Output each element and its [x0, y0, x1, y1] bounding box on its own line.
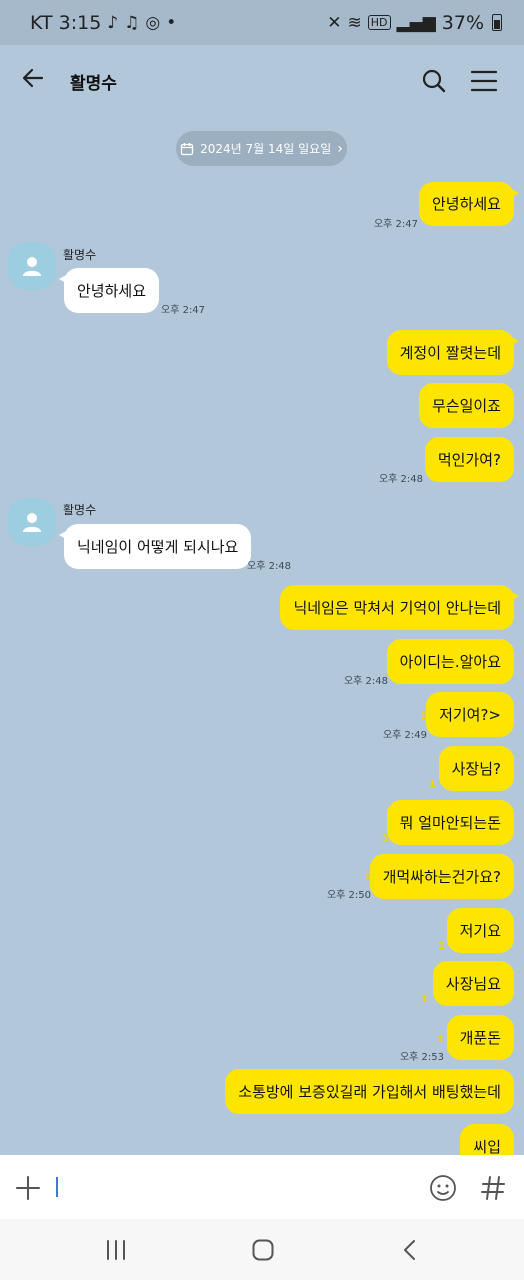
battery-icon [492, 14, 502, 31]
avatar[interactable] [8, 242, 56, 290]
battery-text: 37% [441, 11, 484, 34]
wifi-icon: ≋ [347, 12, 362, 33]
message-time: 오후 2:48 [247, 561, 292, 572]
carrier-time: KT 3:15 [30, 11, 102, 34]
other-message-bubble[interactable]: 안녕하세요 [58, 268, 160, 313]
my-message-bubble[interactable]: 사장님? [438, 746, 514, 791]
message-time: 오후 2:53 [399, 1052, 444, 1063]
other-message-bubble[interactable]: 닉네임이 어떻게 되시나요 [58, 524, 252, 569]
message-input[interactable] [55, 1169, 405, 1205]
back-nav-button[interactable] [398, 1238, 422, 1262]
unread-count: 1 [429, 779, 436, 790]
recent-apps-icon [107, 1240, 125, 1260]
signal-icon: ▂▄▆ [396, 12, 436, 33]
back-arrow-icon [22, 68, 44, 87]
attach-button[interactable] [14, 1174, 42, 1202]
profile-icon [23, 513, 41, 532]
my-message-bubble[interactable]: 먹인가여? [424, 437, 514, 482]
tiktok-icon: ♫ [124, 12, 140, 33]
mute-icon: ✕ [327, 12, 342, 33]
my-message-bubble[interactable]: 계정이 짤렷는데 [386, 330, 520, 375]
my-message-bubble[interactable]: 소통방에 보증있길래 가입해서 배팅했는데 [225, 1069, 514, 1114]
unread-count: 1 [437, 1034, 444, 1045]
hashtag-button[interactable] [480, 1173, 506, 1203]
my-message-bubble[interactable]: 저기여?> [426, 692, 514, 737]
my-message-bubble[interactable]: 뭐 얼마안되는돈 [386, 800, 514, 845]
home-button[interactable] [251, 1238, 275, 1262]
sender-name: 활명수 [63, 248, 97, 262]
hash-icon [481, 1176, 505, 1200]
my-message-bubble[interactable]: 아이디는.알아요 [386, 639, 514, 684]
message-time: 오후 2:50 [326, 890, 371, 901]
menu-button[interactable] [464, 61, 504, 101]
sender-name: 활명수 [63, 503, 97, 517]
my-message-bubble[interactable]: 저기요 [446, 908, 514, 953]
hd-icon: HD [367, 15, 391, 30]
calendar-icon [180, 142, 194, 155]
emoji-button[interactable] [428, 1173, 458, 1203]
message-time: 오후 2:48 [378, 474, 423, 485]
chevron-left-icon [404, 1240, 415, 1260]
recent-apps-button[interactable] [104, 1239, 128, 1261]
unread-count: 1 [421, 994, 428, 1005]
back-button[interactable] [20, 65, 60, 98]
message-time: 오후 2:47 [373, 219, 418, 230]
date-divider[interactable]: 2024년 7월 14일 일요일 › [176, 131, 347, 166]
app-icon: ◎ [145, 12, 161, 33]
chevron-right-icon: › [337, 140, 343, 157]
dot-icon: • [166, 12, 177, 33]
avatar[interactable] [8, 498, 56, 546]
plus-icon [16, 1176, 40, 1200]
status-left: KT 3:15 ♪ ♫ ◎ • [30, 12, 176, 34]
status-bar: KT 3:15 ♪ ♫ ◎ • ✕ ≋ HD ▂▄▆ 37% [0, 0, 524, 45]
message-time: 오후 2:49 [382, 730, 427, 741]
my-message-bubble[interactable]: 닉네임은 막쳐서 기억이 안나는데 [280, 585, 519, 630]
message-input-bar [0, 1155, 524, 1219]
my-message-bubble[interactable]: 사장님요 [432, 961, 514, 1006]
menu-icon [470, 70, 498, 92]
my-message-bubble[interactable]: 개먹싸하는건가요? [369, 854, 514, 899]
profile-icon [23, 257, 41, 276]
chat-header: 활명수 [0, 45, 524, 117]
message-time: 오후 2:47 [161, 305, 206, 316]
search-icon [422, 69, 446, 93]
status-right: ✕ ≋ HD ▂▄▆ 37% [327, 12, 502, 34]
notification-icon: ♪ [107, 12, 119, 33]
chat-title: 활명수 [70, 73, 117, 94]
message-time: 오후 2:48 [343, 676, 388, 687]
unread-count: 1 [438, 941, 445, 952]
text-cursor [56, 1177, 58, 1197]
search-button[interactable] [414, 61, 454, 101]
my-message-bubble[interactable]: 개푼돈 [446, 1015, 514, 1060]
my-message-bubble[interactable]: 안녕하세요 [418, 182, 520, 226]
system-nav-bar [0, 1219, 524, 1280]
home-icon [252, 1239, 274, 1261]
date-label: 2024년 7월 14일 일요일 [200, 142, 332, 156]
my-message-bubble[interactable]: 무슨일이죠 [418, 383, 514, 428]
emoji-icon [430, 1175, 456, 1201]
